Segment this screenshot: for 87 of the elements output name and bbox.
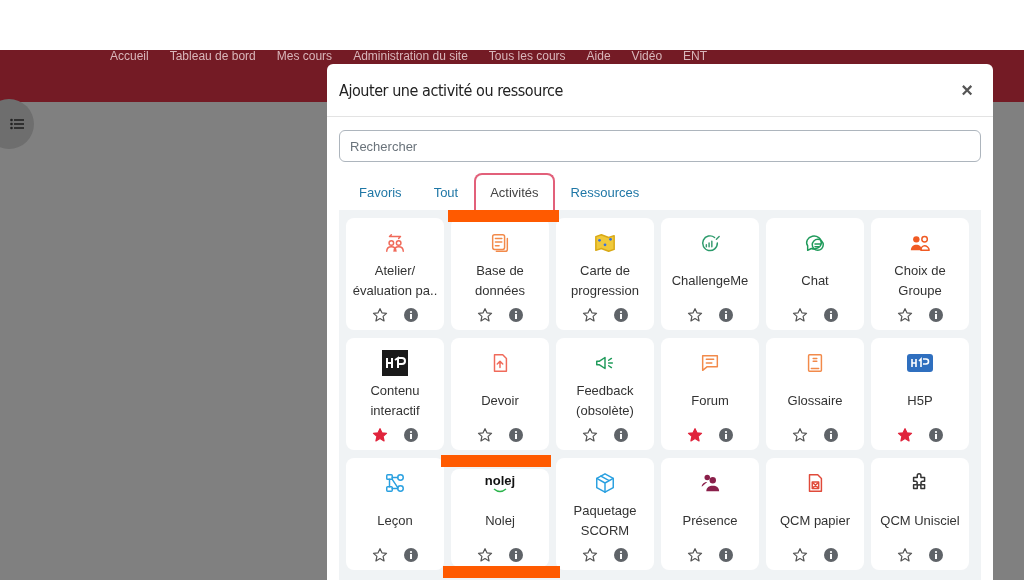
- info-icon[interactable]: [404, 308, 418, 322]
- info-icon[interactable]: [929, 548, 943, 562]
- activity-card[interactable]: Glossaire: [766, 338, 864, 450]
- star-icon[interactable]: [687, 547, 703, 563]
- info-icon[interactable]: [614, 428, 628, 442]
- activity-card[interactable]: Présence: [661, 458, 759, 570]
- activity-card[interactable]: Devoir: [451, 338, 549, 450]
- star-icon[interactable]: [687, 427, 703, 443]
- close-button[interactable]: ×: [957, 78, 977, 102]
- activity-name: Contenu interactif: [369, 382, 421, 420]
- dialog-title: Ajouter une activité ou ressource: [339, 80, 563, 100]
- activity-name: Chat: [800, 272, 830, 290]
- star-icon[interactable]: [897, 427, 913, 443]
- star-icon[interactable]: [477, 307, 493, 323]
- activity-name: Choix de Groupe: [893, 262, 947, 300]
- info-icon[interactable]: [719, 548, 733, 562]
- star-icon[interactable]: [792, 547, 808, 563]
- nav-link[interactable]: Aide: [586, 50, 611, 63]
- star-icon[interactable]: [582, 427, 598, 443]
- nav-link[interactable]: Vidéo: [631, 50, 663, 63]
- info-icon[interactable]: [404, 428, 418, 442]
- activity-name: Carte de progression: [570, 262, 640, 300]
- info-icon[interactable]: [719, 428, 733, 442]
- star-icon[interactable]: [372, 307, 388, 323]
- activity-card[interactable]: ChallengeMe: [661, 218, 759, 330]
- star-icon[interactable]: [582, 307, 598, 323]
- activity-card[interactable]: Carte de progression: [556, 218, 654, 330]
- activity-card[interactable]: nolej Nolej: [451, 469, 549, 567]
- activity-name: QCM Unisciel: [879, 512, 961, 530]
- star-icon[interactable]: [792, 307, 808, 323]
- activity-name: Paquetage SCORM: [572, 502, 638, 540]
- star-icon[interactable]: [372, 427, 388, 443]
- nav-link[interactable]: Tableau de bord: [169, 50, 256, 63]
- activity-card[interactable]: Contenu interactif: [346, 338, 444, 450]
- activity-name: Forum: [690, 392, 730, 410]
- nav-link[interactable]: Tous les cours: [488, 50, 566, 63]
- star-icon[interactable]: [897, 307, 913, 323]
- info-icon[interactable]: [509, 548, 523, 562]
- activity-name: Base de données: [474, 262, 526, 300]
- info-icon[interactable]: [404, 548, 418, 562]
- activity-name: ChallengeMe: [670, 272, 750, 290]
- star-icon[interactable]: [477, 547, 493, 563]
- activity-name: Feedback (obsolète): [575, 382, 635, 420]
- nav-link[interactable]: Mes cours: [276, 50, 333, 63]
- info-icon[interactable]: [824, 548, 838, 562]
- activity-card[interactable]: Paquetage SCORM: [556, 458, 654, 570]
- activity-name: Atelier/ évaluation pa..: [351, 262, 439, 300]
- star-icon[interactable]: [582, 547, 598, 563]
- star-icon[interactable]: [477, 427, 493, 443]
- info-icon[interactable]: [929, 428, 943, 442]
- tab[interactable]: Activités: [474, 173, 555, 210]
- star-icon[interactable]: [792, 427, 808, 443]
- info-icon[interactable]: [614, 308, 628, 322]
- swoosh-icon: [493, 487, 507, 493]
- star-icon[interactable]: [372, 547, 388, 563]
- info-icon[interactable]: [509, 308, 523, 322]
- star-icon[interactable]: [897, 547, 913, 563]
- activity-name: QCM papier: [778, 512, 852, 530]
- nav-link[interactable]: Accueil: [110, 50, 149, 63]
- activity-name: Glossaire: [786, 392, 844, 410]
- logo-text: nolej: [484, 473, 516, 493]
- activity-name: Leçon: [376, 512, 414, 530]
- nav-link[interactable]: ENT: [683, 50, 708, 63]
- activity-name: H5P: [906, 392, 934, 410]
- activity-name: Présence: [681, 512, 739, 530]
- activity-card[interactable]: Chat: [766, 218, 864, 330]
- search-field[interactable]: Rechercher: [339, 130, 981, 162]
- activity-name: Devoir: [480, 392, 520, 410]
- star-icon[interactable]: [687, 307, 703, 323]
- activity-card[interactable]: Choix de Groupe: [871, 218, 969, 330]
- h5p-logo-icon: [382, 349, 408, 377]
- activity-card[interactable]: Forum: [661, 338, 759, 450]
- list-icon: [10, 118, 24, 130]
- info-icon[interactable]: [509, 428, 523, 442]
- info-icon[interactable]: [614, 548, 628, 562]
- info-icon[interactable]: [719, 308, 733, 322]
- info-icon[interactable]: [824, 428, 838, 442]
- info-icon[interactable]: [824, 308, 838, 322]
- activity-card[interactable]: Leçon: [346, 458, 444, 570]
- activity-card[interactable]: QCM papier: [766, 458, 864, 570]
- activity-card[interactable]: QCM Unisciel: [871, 458, 969, 570]
- activity-card[interactable]: Feedback (obsolète): [556, 338, 654, 450]
- activity-card[interactable]: Atelier/ évaluation pa..: [346, 218, 444, 330]
- nav-link[interactable]: Administration du site: [353, 50, 468, 63]
- activity-name: Nolej: [484, 512, 516, 530]
- info-icon[interactable]: [929, 308, 943, 322]
- activity-card[interactable]: H5P: [871, 338, 969, 450]
